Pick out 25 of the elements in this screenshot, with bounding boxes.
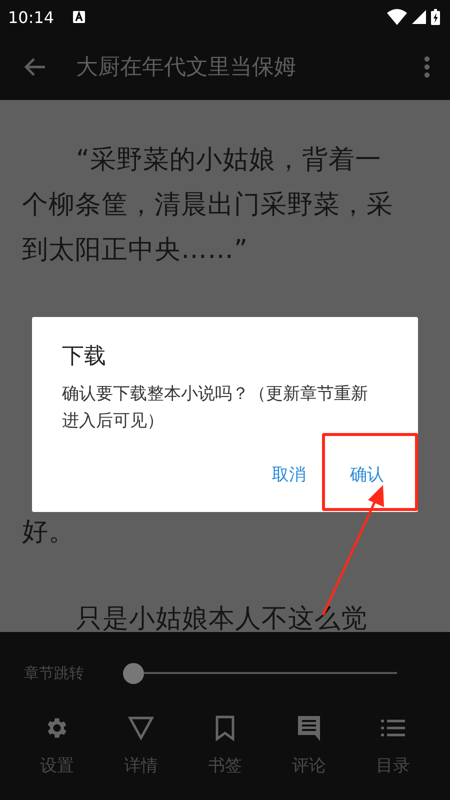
bookmark-icon[interactable] — [215, 714, 235, 742]
more-options-icon[interactable] — [424, 56, 430, 78]
signal-icon — [412, 10, 426, 24]
notification-icon — [73, 11, 86, 23]
nav-label[interactable]: 书签 — [208, 754, 242, 777]
dialog-title: 下载 — [62, 343, 107, 371]
slider-thumb[interactable] — [123, 662, 144, 684]
comment-icon[interactable] — [296, 714, 322, 742]
battery-icon — [431, 9, 440, 25]
story-paragraph: 只是小姑娘本人不这么觉 — [75, 603, 368, 636]
chapter-jump-label: 章节跳转 — [24, 664, 85, 682]
dialog-button[interactable]: 确认 — [342, 457, 392, 492]
book-title: 大厨在年代文里当保姆 — [76, 54, 297, 82]
story-paragraph: “采野菜的小姑娘，背着一 个柳条筐，清晨出门采野菜，采 到太阳正中央……” — [22, 144, 394, 267]
story-paragraph: 好。 — [22, 516, 76, 549]
dialog-button[interactable]: 取消 — [264, 457, 314, 492]
nav-label[interactable]: 详情 — [124, 754, 158, 777]
status-time: 10:14 — [8, 8, 54, 26]
wifi-icon — [387, 9, 407, 25]
nav-label[interactable]: 设置 — [40, 754, 74, 777]
nav-label[interactable]: 评论 — [292, 754, 326, 777]
dialog-message: 确认要下载整本小说吗？（更新章节重新进入后可见） — [62, 383, 369, 433]
nav-label[interactable]: 目录 — [376, 754, 410, 777]
back-arrow-icon[interactable] — [24, 57, 46, 77]
triangle-icon[interactable] — [128, 714, 154, 742]
